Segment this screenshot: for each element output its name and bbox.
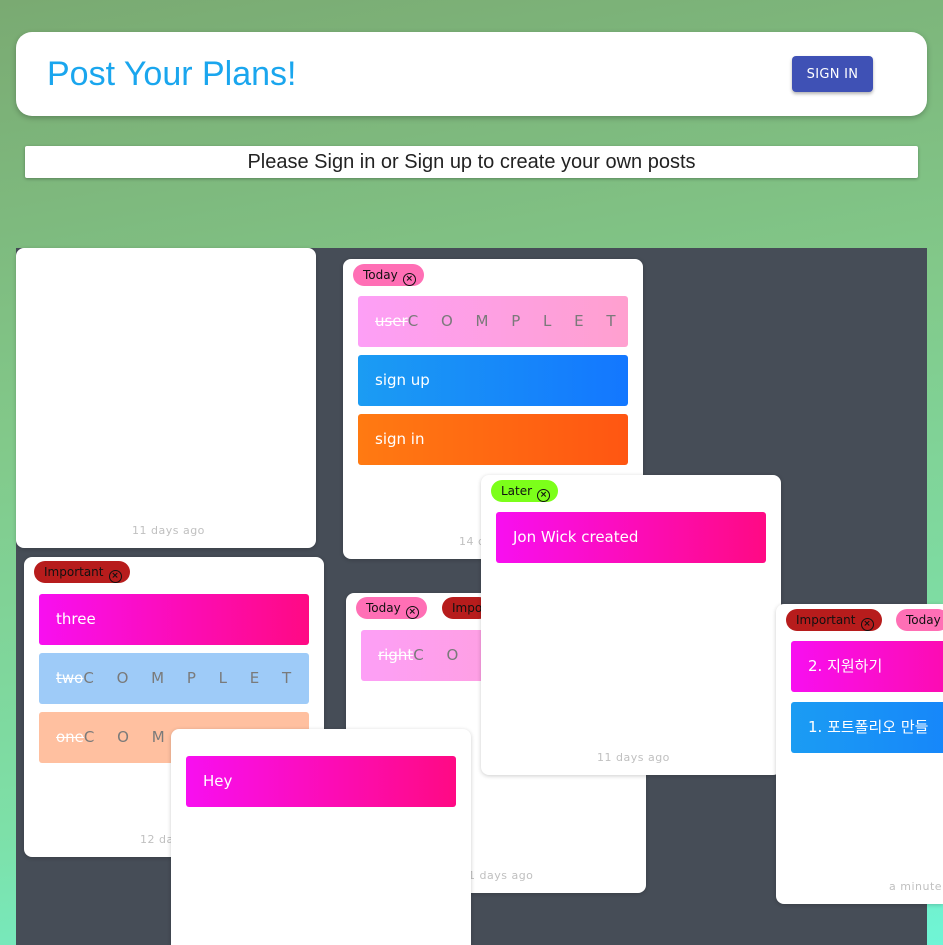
close-circle-icon[interactable]: × (537, 489, 551, 502)
plan-item-label: three (56, 610, 96, 628)
post-card[interactable]: 11 days ago (16, 248, 316, 548)
tag-important[interactable]: Important × (34, 561, 130, 583)
tag-label: Impo (452, 601, 483, 615)
plan-item-label: sign in (375, 430, 425, 448)
tag-today[interactable]: Today × (353, 264, 424, 286)
post-card[interactable]: Important × Today 2. 지원하기 1. 포트폴리오 만들 a m… (776, 604, 943, 904)
sign-in-button[interactable]: SIGN IN (792, 56, 873, 92)
app-title: Post Your Plans! (47, 55, 297, 93)
plan-item-label: Hey (203, 772, 233, 790)
plan-item-label: user (375, 312, 408, 330)
tag-today[interactable]: Today (896, 609, 943, 631)
sign-in-notice: Please Sign in or Sign up to create your… (25, 146, 918, 178)
plan-item[interactable]: Hey (186, 756, 456, 807)
post-card[interactable]: Later × Jon Wick created 11 days ago (481, 475, 781, 775)
plan-item[interactable]: Jon Wick created (496, 512, 766, 563)
plan-item[interactable]: 2. 지원하기 (791, 641, 943, 692)
post-time: 11 days ago (132, 524, 205, 537)
close-circle-icon[interactable]: × (405, 606, 419, 619)
plan-item-label: one (56, 728, 84, 746)
post-time: 11 days ago (597, 751, 670, 764)
close-circle-icon[interactable]: × (860, 618, 874, 631)
complete-label: C O M P L E T E ! (83, 669, 309, 687)
plan-item-label: 1. 포트폴리오 만들 (808, 718, 929, 736)
complete-label: C O M P L E T E ! (407, 312, 628, 330)
post-card[interactable]: Hey (171, 729, 471, 945)
post-time: 1 days ago (468, 869, 534, 882)
close-circle-icon[interactable]: × (402, 273, 416, 286)
plan-item[interactable]: userC O M P L E T E ! (358, 296, 628, 347)
plan-item-label: Jon Wick created (513, 528, 639, 546)
plan-item-label: 2. 지원하기 (808, 657, 883, 675)
tag-label: Today (906, 613, 941, 627)
plan-item[interactable]: 1. 포트폴리오 만들 (791, 702, 943, 753)
plan-item[interactable]: sign in (358, 414, 628, 465)
plan-item-label: two (56, 669, 84, 687)
tag-label: Important (44, 565, 104, 579)
close-circle-icon[interactable]: × (108, 570, 122, 583)
tag-important[interactable]: Important × (786, 609, 882, 631)
tag-label: Today (366, 601, 401, 615)
plan-item-label: sign up (375, 371, 430, 389)
plan-item[interactable]: sign up (358, 355, 628, 406)
plan-item[interactable]: twoC O M P L E T E ! (39, 653, 309, 704)
tag-label: Important (796, 613, 856, 627)
post-time: 12 da (140, 833, 174, 846)
post-time: a minute (889, 880, 943, 893)
plan-item[interactable]: three (39, 594, 309, 645)
tag-label: Later (501, 484, 533, 498)
tag-later[interactable]: Later × (491, 480, 559, 502)
plan-item-label: right (378, 646, 414, 664)
tag-label: Today (363, 268, 398, 282)
tag-today[interactable]: Today × (356, 597, 427, 619)
